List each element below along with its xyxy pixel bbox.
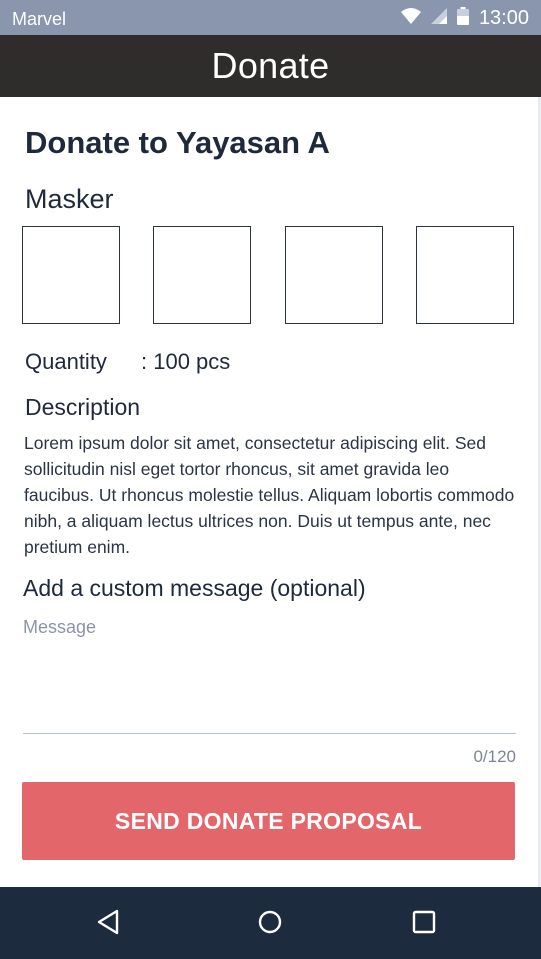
custom-message-heading: Add a custom message (optional) (23, 575, 366, 601)
item-image-4[interactable] (416, 226, 514, 324)
home-icon (257, 909, 283, 940)
quantity-row: Quantity : 100 pcs (25, 349, 230, 375)
item-name: Masker (25, 184, 114, 214)
description-text: Lorem ipsum dolor sit amet, consectetur … (24, 433, 515, 557)
home-button[interactable] (255, 909, 285, 939)
signal-icon (430, 7, 447, 29)
send-donate-proposal-button[interactable]: SEND DONATE PROPOSAL (22, 782, 515, 860)
wifi-icon (400, 7, 421, 29)
carrier-name: Marvel (12, 9, 67, 29)
item-image-3[interactable] (285, 226, 383, 324)
donation-heading: Donate to Yayasan A (25, 125, 330, 160)
recents-button[interactable] (409, 909, 439, 939)
quantity-value: : 100 pcs (141, 349, 231, 374)
recents-icon (412, 910, 436, 939)
message-input[interactable] (23, 617, 516, 734)
status-bar: Marvel 13:00 (0, 0, 541, 35)
status-time: 13:00 (478, 6, 529, 29)
status-icons: 13:00 (400, 6, 529, 30)
battery-icon (456, 6, 469, 30)
app-bar: Donate (0, 35, 541, 97)
navigation-bar (0, 887, 541, 959)
back-icon (96, 909, 120, 940)
back-button[interactable] (93, 909, 123, 939)
donation-form: Donate to Yayasan A Masker Quantity : 100… (0, 97, 541, 887)
description-heading: Description (25, 394, 141, 420)
page-title: Donate (211, 45, 330, 86)
item-image-1[interactable] (22, 226, 120, 324)
item-image-2[interactable] (153, 226, 251, 324)
quantity-label: Quantity (25, 349, 107, 374)
character-counter: 0/120 (473, 747, 516, 766)
